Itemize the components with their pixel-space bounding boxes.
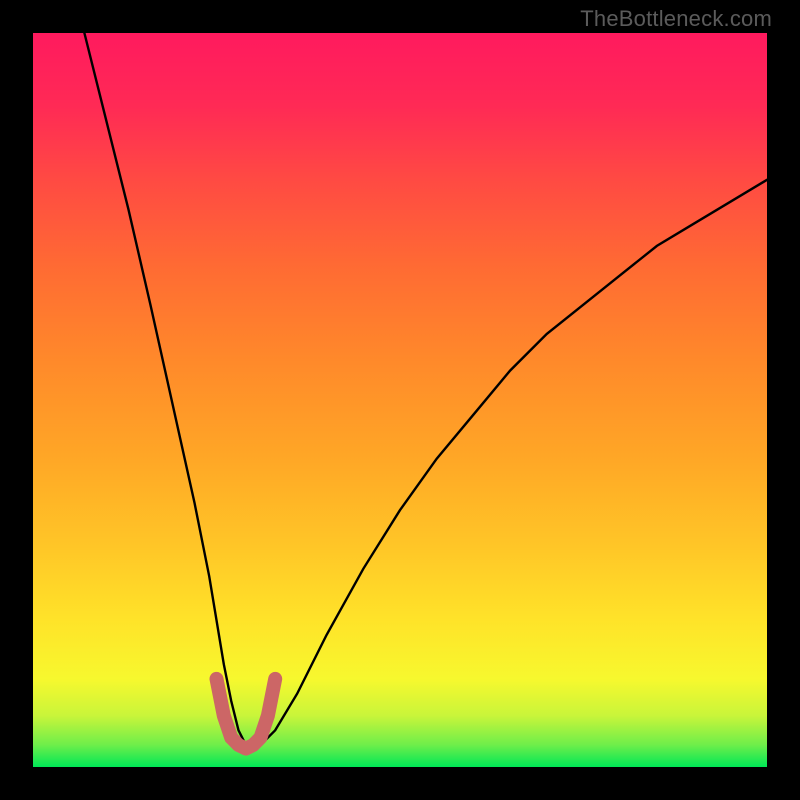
watermark-text: TheBottleneck.com — [580, 6, 772, 32]
chart-svg — [33, 33, 767, 767]
valley-marker — [217, 679, 276, 749]
chart-area — [33, 33, 767, 767]
outer-frame: TheBottleneck.com — [0, 0, 800, 800]
bottleneck-curve — [84, 33, 767, 749]
